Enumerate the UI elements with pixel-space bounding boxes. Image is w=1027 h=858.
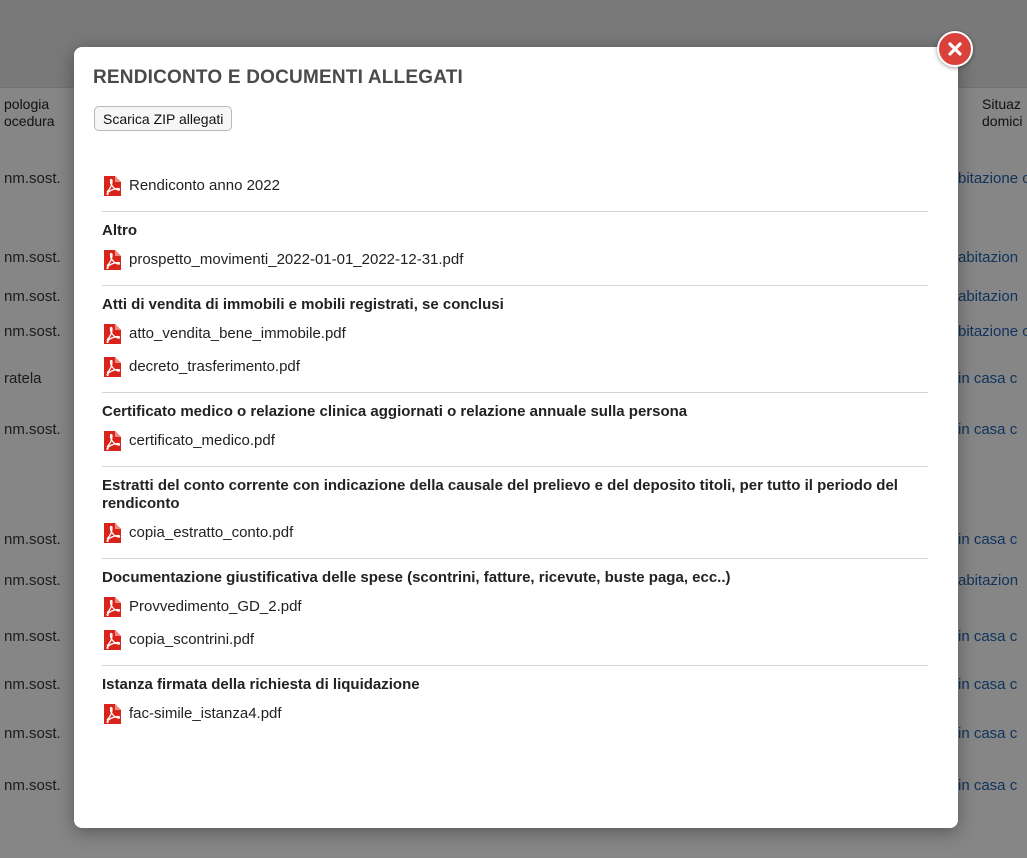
file-link[interactable]: prospetto_movimenti_2022-01-01_2022-12-3… bbox=[102, 243, 928, 276]
attachment-section: Atti di vendita di immobili e mobili reg… bbox=[102, 285, 928, 383]
attachment-section: Certificato medico o relazione clinica a… bbox=[102, 392, 928, 457]
file-link[interactable]: fac-simile_istanza4.pdf bbox=[102, 697, 928, 730]
download-zip-button[interactable]: Scarica ZIP allegati bbox=[94, 106, 233, 131]
attachment-section: Altro prospetto_movimenti_2022-01-01_2022… bbox=[102, 211, 928, 276]
close-icon[interactable] bbox=[937, 31, 973, 67]
pdf-icon bbox=[102, 356, 122, 378]
pdf-icon bbox=[102, 703, 122, 725]
file-link[interactable]: copia_estratto_conto.pdf bbox=[102, 516, 928, 549]
pdf-icon bbox=[102, 175, 122, 197]
pdf-icon bbox=[102, 323, 122, 345]
file-name: decreto_trasferimento.pdf bbox=[129, 358, 300, 375]
section-title: Estratti del conto corrente con indicazi… bbox=[102, 477, 898, 512]
file-link[interactable]: copia_scontrini.pdf bbox=[102, 623, 928, 656]
file-link[interactable]: atto_vendita_bene_immobile.pdf bbox=[102, 317, 928, 350]
attachment-section: Documentazione giustificativa delle spes… bbox=[102, 558, 928, 656]
file-name: fac-simile_istanza4.pdf bbox=[129, 705, 282, 722]
attachments-modal: RENDICONTO E DOCUMENTI ALLEGATI Scarica … bbox=[74, 47, 958, 828]
file-link[interactable]: certificato_medico.pdf bbox=[102, 424, 928, 457]
pdf-icon bbox=[102, 629, 122, 651]
file-name: certificato_medico.pdf bbox=[129, 432, 275, 449]
section-title: Documentazione giustificativa delle spes… bbox=[102, 569, 731, 586]
section-title: Istanza firmata della richiesta di liqui… bbox=[102, 676, 420, 693]
attachment-section: Estratti del conto corrente con indicazi… bbox=[102, 466, 928, 549]
file-link-rendiconto[interactable]: Rendiconto anno 2022 bbox=[102, 169, 928, 202]
file-name: Rendiconto anno 2022 bbox=[129, 177, 280, 194]
section-title: Certificato medico o relazione clinica a… bbox=[102, 403, 688, 420]
pdf-icon bbox=[102, 596, 122, 618]
attachment-section: Istanza firmata della richiesta di liqui… bbox=[102, 665, 928, 730]
modal-title: RENDICONTO E DOCUMENTI ALLEGATI bbox=[93, 67, 464, 88]
file-name: Provvedimento_GD_2.pdf bbox=[129, 598, 302, 615]
section-title: Altro bbox=[102, 222, 137, 239]
file-name: copia_scontrini.pdf bbox=[129, 631, 255, 648]
file-link[interactable]: decreto_trasferimento.pdf bbox=[102, 350, 928, 383]
file-name: prospetto_movimenti_2022-01-01_2022-12-3… bbox=[129, 251, 464, 268]
pdf-icon bbox=[102, 430, 122, 452]
file-link[interactable]: Provvedimento_GD_2.pdf bbox=[102, 590, 928, 623]
attachments-list: Rendiconto anno 2022 Altro prospetto_movi… bbox=[102, 169, 928, 730]
pdf-icon bbox=[102, 522, 122, 544]
section-title: Atti di vendita di immobili e mobili reg… bbox=[102, 296, 504, 313]
file-name: atto_vendita_bene_immobile.pdf bbox=[129, 325, 346, 342]
file-name: copia_estratto_conto.pdf bbox=[129, 524, 294, 541]
pdf-icon bbox=[102, 249, 122, 271]
